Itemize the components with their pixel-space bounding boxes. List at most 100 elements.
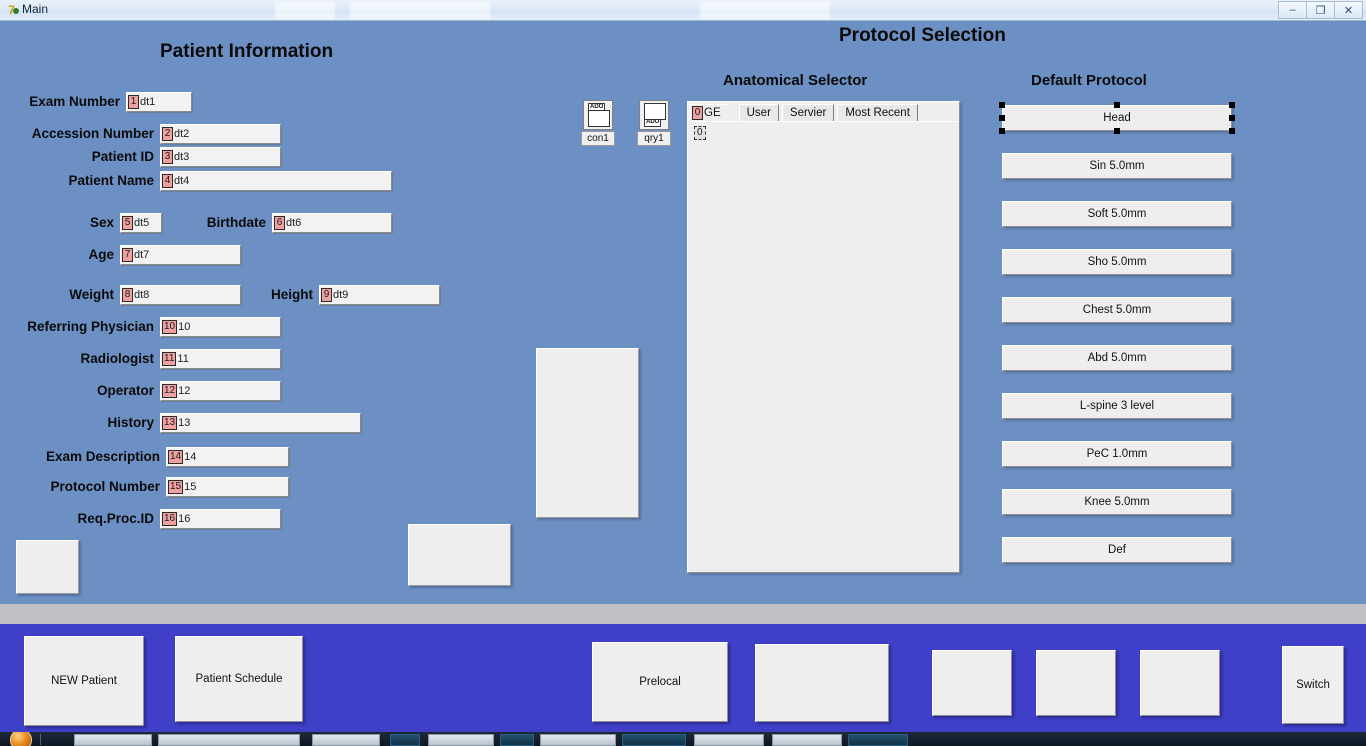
field-label: Weight [69, 287, 114, 302]
field-input[interactable]: 4 dt4 [160, 171, 392, 191]
preview-panel-large[interactable] [536, 348, 639, 518]
field-badge: 4 [162, 174, 173, 188]
taskbar-item[interactable] [158, 734, 300, 746]
protocol-button[interactable]: Sho 5.0mm [1002, 249, 1232, 275]
field-input[interactable]: 7 dt7 [120, 245, 241, 265]
tab-badge: 0 [692, 106, 703, 120]
protocol-button[interactable]: Sin 5.0mm [1002, 153, 1232, 179]
action-button-prelocal[interactable]: Prelocal [592, 642, 728, 722]
protocol-button[interactable]: Chest 5.0mm [1002, 297, 1232, 323]
selection-handles [999, 102, 1235, 134]
minimize-icon[interactable]: – [1278, 1, 1307, 19]
protocol-button[interactable]: Abd 5.0mm [1002, 345, 1232, 371]
field-input[interactable]: 10 10 [160, 317, 281, 337]
tab-servier[interactable]: Servier [781, 104, 835, 121]
selection-handle[interactable] [1229, 128, 1235, 134]
windows-taskbar[interactable] [0, 732, 1366, 746]
action-button-blank[interactable] [932, 650, 1012, 716]
action-button-blank[interactable] [1140, 650, 1220, 716]
field-badge: 14 [168, 450, 184, 464]
separator-strip [0, 604, 1366, 624]
taskbar-separator [40, 734, 41, 745]
action-button-blank[interactable] [1036, 650, 1116, 716]
field-input[interactable]: 6 dt6 [272, 213, 392, 233]
action-button-patient-schedule[interactable]: Patient Schedule [175, 636, 303, 722]
field-input[interactable]: 3 dt3 [160, 147, 281, 167]
preview-panel-small[interactable] [16, 540, 79, 594]
protocol-button-label: Chest 5.0mm [1082, 304, 1152, 316]
tab-body[interactable]: 0 [689, 121, 958, 571]
protocol-button[interactable]: Head [999, 102, 1235, 134]
taskbar-item[interactable] [390, 734, 420, 746]
taskbar-item[interactable] [428, 734, 494, 746]
component-symbol [644, 103, 666, 120]
taskbar-item[interactable] [74, 734, 152, 746]
ado-connection-icon[interactable]: ADO con1 [581, 100, 615, 146]
field-input[interactable]: 12 12 [160, 381, 281, 401]
anatomical-selector-panel[interactable]: 0 GE User Servier Most Recent 0 [687, 101, 960, 573]
action-button-label: NEW Patient [51, 675, 117, 687]
protocol-button[interactable]: L-spine 3 level [1002, 393, 1232, 419]
field-badge: 10 [162, 320, 178, 334]
tab-user[interactable]: User [738, 104, 779, 121]
action-button-bar: NEW Patient Patient Schedule Prelocal Switc… [0, 624, 1366, 732]
field-input[interactable]: 9 dt9 [319, 285, 440, 305]
selection-handle[interactable] [999, 128, 1005, 134]
protocol-button[interactable]: Knee 5.0mm [1002, 489, 1232, 515]
tab-ge[interactable]: 0 GE [689, 104, 729, 121]
field-label: Sex [89, 215, 114, 230]
selection-handle[interactable] [1229, 102, 1235, 108]
field-badge: 13 [162, 416, 178, 430]
selection-handle[interactable] [1114, 102, 1120, 108]
component-symbol [588, 110, 610, 127]
field-badge: 15 [168, 480, 184, 494]
field-badge: 7 [122, 248, 133, 262]
restore-icon[interactable]: ❐ [1306, 1, 1335, 19]
taskbar-item[interactable] [694, 734, 764, 746]
protocol-selection-title: Protocol Selection [839, 25, 1006, 46]
field-input[interactable]: 15 15 [166, 477, 289, 497]
selection-handle[interactable] [999, 102, 1005, 108]
taskbar-item[interactable] [848, 734, 908, 746]
field-input[interactable]: 11 11 [160, 349, 281, 369]
tree-node-root[interactable]: 0 [694, 126, 706, 140]
protocol-button-label: Knee 5.0mm [1084, 496, 1150, 508]
field-label: Protocol Number [50, 479, 160, 494]
protocol-button[interactable]: Soft 5.0mm [1002, 201, 1232, 227]
selection-handle[interactable] [1114, 128, 1120, 134]
component-caption: con1 [581, 131, 615, 146]
field-value: dt4 [174, 175, 190, 187]
action-button-blank[interactable] [755, 644, 889, 722]
protocol-button[interactable]: Def [1002, 537, 1232, 563]
ado-query-icon[interactable]: ADO qry1 [637, 100, 671, 146]
taskbar-item[interactable] [540, 734, 616, 746]
field-badge: 11 [162, 352, 177, 366]
field-input[interactable]: 8 dt8 [120, 285, 241, 305]
field-value: 15 [184, 481, 197, 493]
field-badge: 2 [162, 127, 173, 141]
application-window: 7 Main – ❐ ✕ Patient Information Protoco… [0, 0, 1366, 746]
taskbar-item[interactable] [312, 734, 380, 746]
taskbar-item[interactable] [622, 734, 686, 746]
field-input[interactable]: 5 dt5 [120, 213, 162, 233]
tab-most-recent[interactable]: Most Recent [837, 104, 918, 121]
field-input[interactable]: 1 dt1 [126, 92, 192, 112]
taskbar-item[interactable] [772, 734, 842, 746]
action-button-switch[interactable]: Switch [1282, 646, 1344, 724]
field-input[interactable]: 14 14 [166, 447, 289, 467]
close-icon[interactable]: ✕ [1334, 1, 1363, 19]
start-orb-icon[interactable] [10, 732, 32, 746]
field-value: 16 [178, 513, 191, 525]
field-input[interactable]: 13 13 [160, 413, 361, 433]
preview-panel-mid[interactable] [408, 524, 511, 586]
taskbar-item[interactable] [500, 734, 534, 746]
field-value: 14 [184, 451, 197, 463]
tab-strip: 0 GE User Servier Most Recent [688, 102, 921, 121]
protocol-button[interactable]: PeC 1.0mm [1002, 441, 1232, 467]
field-input[interactable]: 2 dt2 [160, 124, 281, 144]
action-button-new-patient[interactable]: NEW Patient [24, 636, 144, 726]
field-input[interactable]: 16 16 [160, 509, 281, 529]
selection-handle[interactable] [999, 115, 1005, 121]
window-controls: – ❐ ✕ [1278, 1, 1363, 19]
selection-handle[interactable] [1229, 115, 1235, 121]
